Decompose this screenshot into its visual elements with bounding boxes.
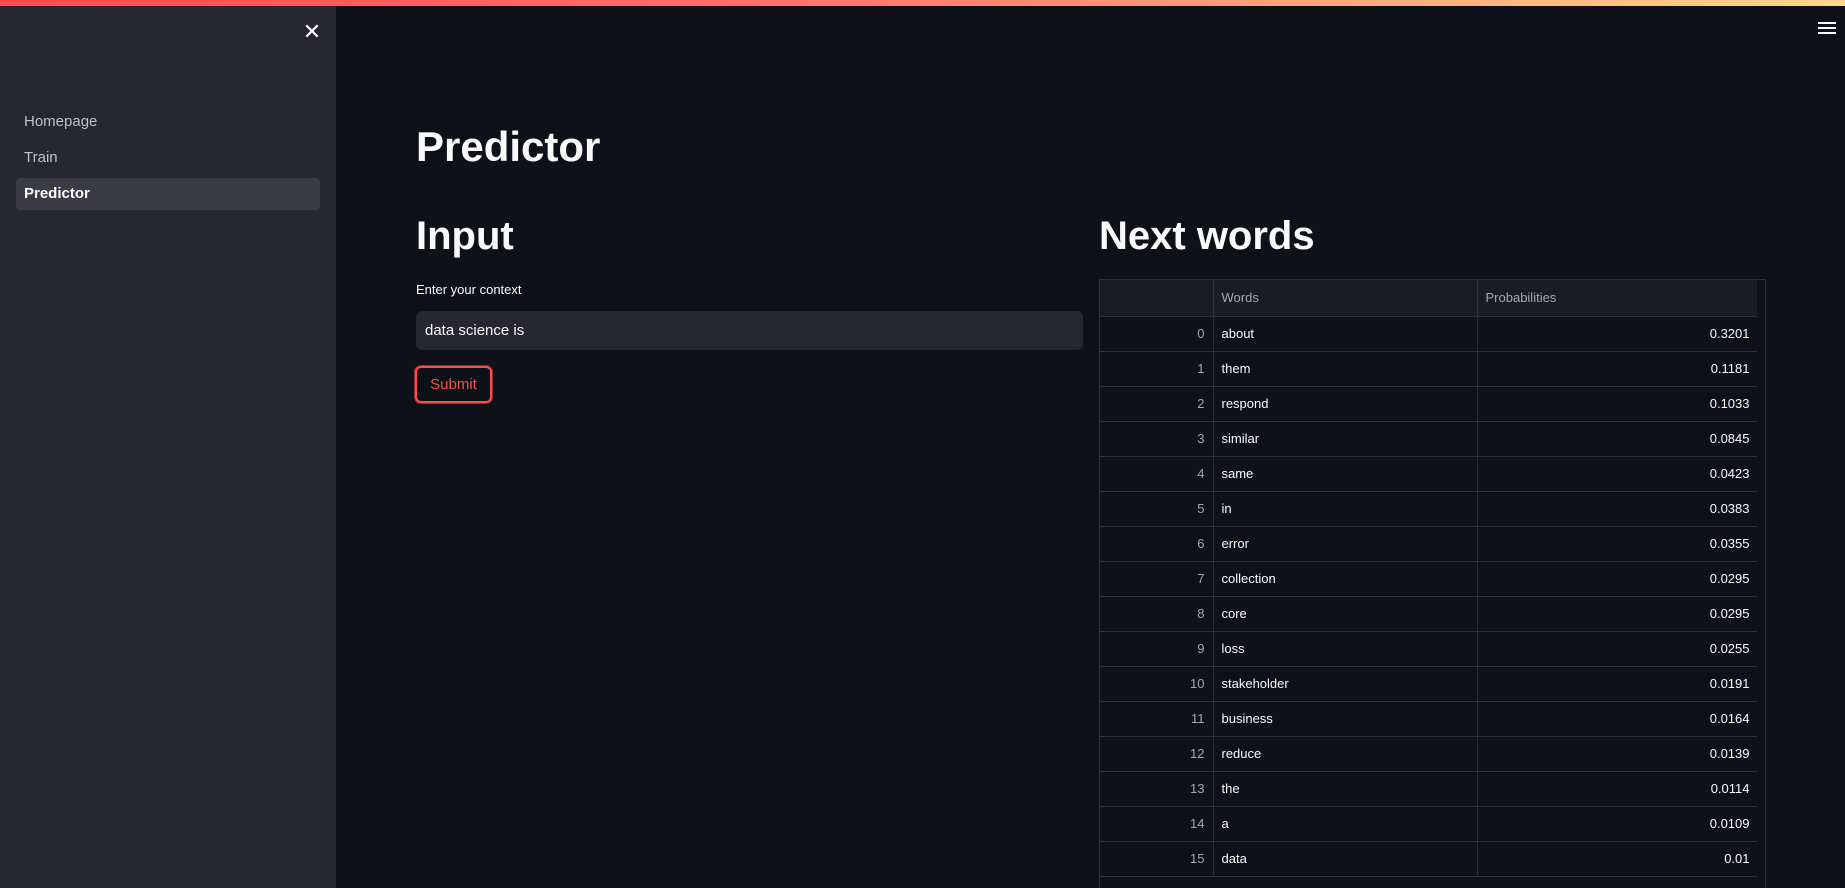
row-probability: 0.3201	[1477, 316, 1759, 352]
row-word: data	[1213, 841, 1478, 877]
table-row[interactable]: 5 in 0.0383	[1100, 491, 1759, 527]
row-word: same	[1213, 456, 1478, 492]
row-probability: 0.0845	[1477, 421, 1759, 457]
context-input-label: Enter your context	[416, 282, 522, 297]
row-index: 9	[1100, 631, 1214, 667]
row-probability: 0.0423	[1477, 456, 1759, 492]
index-column-header[interactable]	[1100, 280, 1214, 317]
table-header-row: Words Probabilities	[1100, 280, 1759, 317]
row-word: reduce	[1213, 736, 1478, 772]
row-probability: 0.0164	[1477, 701, 1759, 737]
table-row[interactable]: 1 them 0.1181	[1100, 351, 1759, 387]
row-word: collection	[1213, 561, 1478, 597]
row-index: 11	[1100, 701, 1214, 737]
row-index: 7	[1100, 561, 1214, 597]
row-probability: 0.0383	[1477, 491, 1759, 527]
top-decoration-bar	[0, 0, 1845, 6]
close-icon[interactable]: ✕	[300, 20, 324, 44]
table-row[interactable]: 2 respond 0.1033	[1100, 386, 1759, 422]
row-index: 12	[1100, 736, 1214, 772]
row-word: business	[1213, 701, 1478, 737]
table-row[interactable]: 4 same 0.0423	[1100, 456, 1759, 492]
row-word: in	[1213, 491, 1478, 527]
row-index: 0	[1100, 316, 1214, 352]
row-word: them	[1213, 351, 1478, 387]
table-row[interactable]: 11 business 0.0164	[1100, 701, 1759, 737]
row-index: 2	[1100, 386, 1214, 422]
input-heading: Input	[416, 214, 514, 258]
table-row[interactable]: 12 reduce 0.0139	[1100, 736, 1759, 772]
row-probability: 0.0295	[1477, 596, 1759, 632]
row-word: similar	[1213, 421, 1478, 457]
sidebar-item-predictor[interactable]: Predictor	[16, 178, 320, 210]
sidebar-nav: Homepage Train Predictor	[16, 106, 320, 214]
probabilities-column-header[interactable]: Probabilities	[1477, 280, 1759, 317]
row-word: stakeholder	[1213, 666, 1478, 702]
next-words-heading: Next words	[1099, 214, 1315, 258]
row-probability: 0.0109	[1477, 806, 1759, 842]
row-index: 13	[1100, 771, 1214, 807]
sidebar-item-train[interactable]: Train	[16, 142, 320, 174]
row-probability: 0.0139	[1477, 736, 1759, 772]
row-index: 15	[1100, 841, 1214, 877]
table-scrollbar[interactable]	[1757, 280, 1765, 888]
table-row[interactable]: 14 a 0.0109	[1100, 806, 1759, 842]
row-index: 10	[1100, 666, 1214, 702]
row-word: the	[1213, 771, 1478, 807]
row-word: about	[1213, 316, 1478, 352]
next-words-table[interactable]: Words Probabilities 0 about 0.3201 1 them 0.1…	[1099, 279, 1766, 888]
row-probability: 0.01	[1477, 841, 1759, 877]
row-index: 8	[1100, 596, 1214, 632]
row-index: 3	[1100, 421, 1214, 457]
table-row[interactable]: 8 core 0.0295	[1100, 596, 1759, 632]
hamburger-menu-icon[interactable]	[1818, 22, 1836, 36]
row-index: 4	[1100, 456, 1214, 492]
table-body: 0 about 0.3201 1 them 0.1181 2 respond 0.1033 3 si…	[1100, 316, 1759, 877]
page-title: Predictor	[416, 123, 601, 170]
row-index: 14	[1100, 806, 1214, 842]
row-probability: 0.0355	[1477, 526, 1759, 562]
table-row[interactable]: 7 collection 0.0295	[1100, 561, 1759, 597]
row-index: 6	[1100, 526, 1214, 562]
context-input[interactable]	[416, 311, 1083, 350]
row-word: a	[1213, 806, 1478, 842]
row-word: loss	[1213, 631, 1478, 667]
row-probability: 0.0114	[1477, 771, 1759, 807]
row-probability: 0.1033	[1477, 386, 1759, 422]
row-word: error	[1213, 526, 1478, 562]
words-column-header[interactable]: Words	[1213, 280, 1478, 317]
table-row[interactable]: 0 about 0.3201	[1100, 316, 1759, 352]
row-word: core	[1213, 596, 1478, 632]
table-row[interactable]: 6 error 0.0355	[1100, 526, 1759, 562]
submit-button[interactable]: Submit	[415, 366, 492, 403]
row-probability: 0.0295	[1477, 561, 1759, 597]
table-row[interactable]: 3 similar 0.0845	[1100, 421, 1759, 457]
row-word: respond	[1213, 386, 1478, 422]
table-row[interactable]: 15 data 0.01	[1100, 841, 1759, 877]
sidebar: ✕ Homepage Train Predictor	[0, 0, 336, 888]
row-probability: 0.0255	[1477, 631, 1759, 667]
row-index: 1	[1100, 351, 1214, 387]
row-probability: 0.0191	[1477, 666, 1759, 702]
sidebar-item-homepage[interactable]: Homepage	[16, 106, 320, 138]
row-index: 5	[1100, 491, 1214, 527]
table-row[interactable]: 10 stakeholder 0.0191	[1100, 666, 1759, 702]
table-row[interactable]: 13 the 0.0114	[1100, 771, 1759, 807]
table-row[interactable]: 9 loss 0.0255	[1100, 631, 1759, 667]
row-probability: 0.1181	[1477, 351, 1759, 387]
